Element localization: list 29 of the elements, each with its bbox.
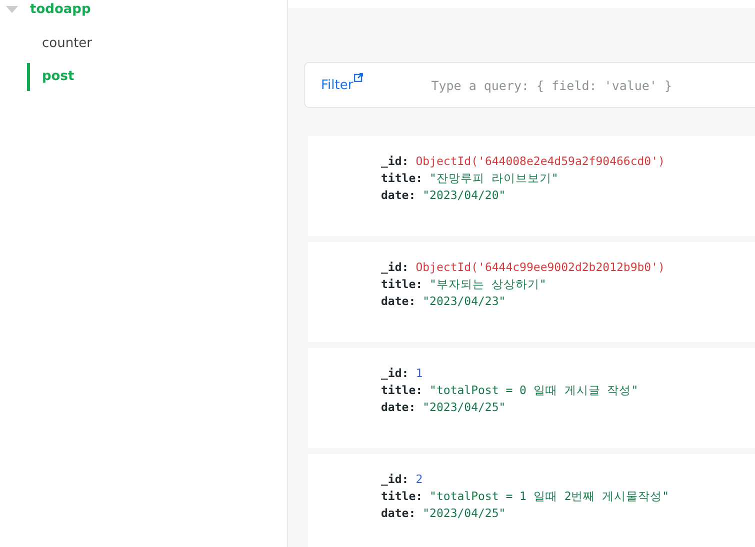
field-key: _id: xyxy=(381,366,409,380)
field-value: "totalPost = 1 일때 2번째 게시물작성" xyxy=(430,489,670,503)
field-value: "2023/04/20" xyxy=(422,188,506,202)
field-key: _id: xyxy=(381,260,409,274)
filter-link[interactable]: Filter xyxy=(321,78,354,92)
field-value: 2 xyxy=(416,472,423,486)
field-key: _id: xyxy=(381,154,409,168)
field-value: "totalPost = 0 일때 게시글 작성" xyxy=(430,383,638,397)
field-key: title: xyxy=(381,383,423,397)
field-key: title: xyxy=(381,489,423,503)
collection-item[interactable]: counter xyxy=(27,30,287,58)
field-value: ObjectId('6444c99ee9002d2b2012b9b0') xyxy=(416,260,665,274)
database-name[interactable]: todoapp xyxy=(30,2,91,16)
field-key: title: xyxy=(381,171,423,185)
field-value: ObjectId('644008e2e4d59a2f90466cd0') xyxy=(416,154,665,168)
field-key: date: xyxy=(381,294,416,308)
field-value: "2023/04/25" xyxy=(422,400,506,414)
field-value: 1 xyxy=(416,366,423,380)
field-key: title: xyxy=(381,277,423,291)
field-value: "2023/04/23" xyxy=(422,294,506,308)
query-input[interactable]: Type a query: { field: 'value' } xyxy=(429,76,734,94)
field-value: "잔망루피 라이브보기" xyxy=(430,171,558,185)
field-key: date: xyxy=(381,188,416,202)
external-link-icon[interactable] xyxy=(354,73,364,82)
field-key: date: xyxy=(381,506,416,520)
field-key: date: xyxy=(381,400,416,414)
field-value: "부자되는 상상하기" xyxy=(430,277,546,291)
field-key: _id: xyxy=(381,472,409,486)
field-value: "2023/04/25" xyxy=(422,506,506,520)
